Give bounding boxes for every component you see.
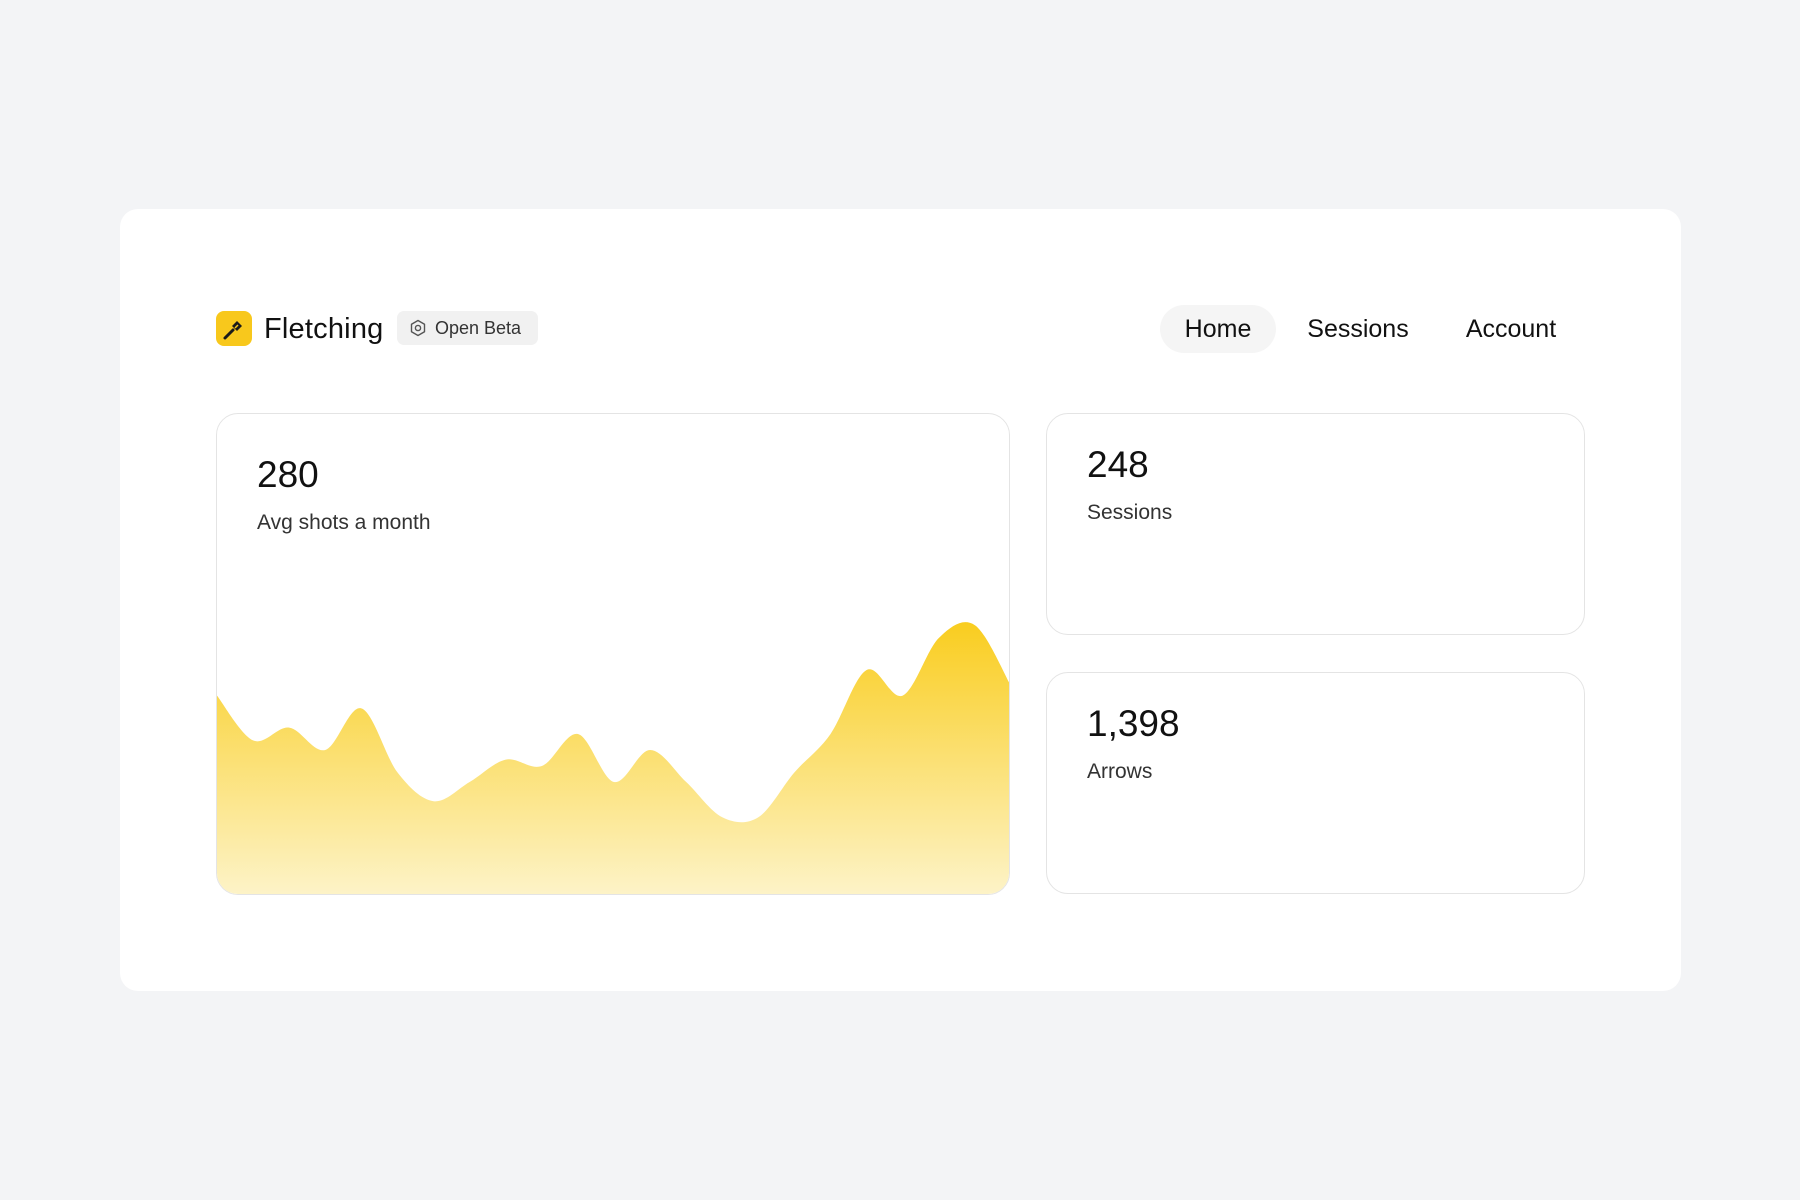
hexagon-icon bbox=[410, 319, 426, 337]
app-logo[interactable] bbox=[216, 311, 252, 346]
beta-badge: Open Beta bbox=[397, 311, 538, 345]
sessions-card: 248 Sessions bbox=[1046, 413, 1585, 635]
beta-badge-label: Open Beta bbox=[435, 317, 522, 338]
arrows-label: Arrows bbox=[1087, 760, 1153, 783]
app-name: Fletching bbox=[264, 313, 384, 345]
avg-shots-value: 280 bbox=[257, 454, 319, 495]
avg-shots-label: Avg shots a month bbox=[257, 511, 431, 534]
area-series bbox=[217, 622, 1009, 894]
sessions-label: Sessions bbox=[1087, 501, 1173, 524]
nav-home[interactable]: Home bbox=[1160, 305, 1276, 353]
shots-area-chart bbox=[217, 622, 1009, 894]
nav-sessions[interactable]: Sessions bbox=[1290, 305, 1426, 353]
arrows-value: 1,398 bbox=[1087, 703, 1180, 744]
arrows-card: 1,398 Arrows bbox=[1046, 672, 1585, 894]
arrow-logo-icon bbox=[223, 320, 242, 339]
sessions-value: 248 bbox=[1087, 444, 1149, 485]
avg-shots-card: 280 Avg shots a month bbox=[216, 413, 1010, 895]
nav-account[interactable]: Account bbox=[1440, 305, 1582, 353]
